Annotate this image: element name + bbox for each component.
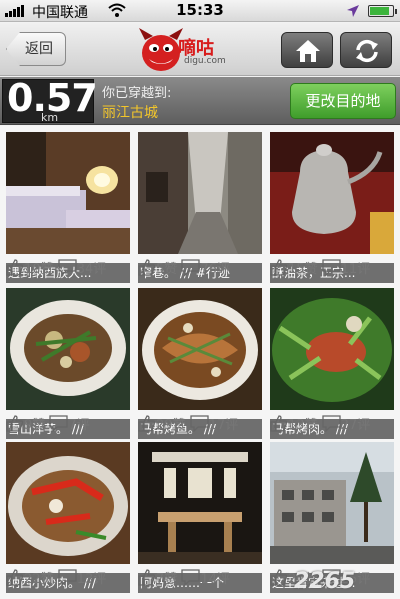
- nav-bar: 返回 嘀咕 digu.com: [0, 23, 400, 76]
- comment-count: 27评: [340, 418, 371, 433]
- comment-bubble-icon[interactable]: [49, 415, 69, 432]
- post-card[interactable]: 遇到纳西族大... 10赞 34评: [6, 132, 130, 283]
- photo-grid: 遇到纳西族大... 10赞 34评 窄巷。 /// #行迹 5赞 76评 酥油茶…: [0, 126, 400, 599]
- like-count: 5赞: [156, 262, 178, 277]
- like-count: 15赞: [288, 262, 318, 277]
- thumbs-up-icon[interactable]: [138, 569, 156, 586]
- thumbs-up-icon[interactable]: [6, 415, 24, 432]
- post-stats: 5赞 76评: [138, 258, 262, 278]
- like-count: 29赞: [156, 418, 186, 433]
- like-count: 10赞: [24, 262, 54, 277]
- comment-bubble-icon[interactable]: [322, 415, 341, 432]
- post-card[interactable]: 马帮烤鱼。 /// 29赞 17评: [138, 288, 262, 439]
- home-icon: [296, 40, 320, 62]
- post-stats: 29赞 17评: [138, 414, 262, 434]
- post-photo[interactable]: [270, 132, 394, 254]
- post-stats: 9赞 7评: [6, 414, 130, 434]
- post-photo[interactable]: [270, 288, 394, 410]
- thumbs-up-icon[interactable]: [138, 415, 156, 432]
- thumbs-up-icon[interactable]: [138, 259, 156, 276]
- post-stats: 15赞 11评: [270, 258, 394, 278]
- post-card[interactable]: 纳西小炒肉。 /// 22赞 13评: [6, 442, 130, 593]
- post-card[interactable]: 阿妈意……一个 7赞 14评: [138, 442, 262, 593]
- post-photo[interactable]: [6, 288, 130, 410]
- refresh-icon: [356, 39, 378, 63]
- battery-icon: [368, 5, 397, 17]
- site-watermark: 2265: [294, 569, 356, 594]
- post-stats: 7赞 14评: [138, 568, 262, 588]
- status-bar: 中国联通 15:33: [0, 0, 400, 22]
- post-card[interactable]: 马帮烤肉。 /// 13赞 27评: [270, 288, 394, 439]
- home-button[interactable]: [281, 32, 333, 68]
- like-count: 7赞: [156, 572, 178, 587]
- destination-bar: 0.57 km 你已穿越到: 丽江古城 更改目的地: [0, 76, 400, 125]
- logo-subtext: digu.com: [184, 56, 226, 66]
- clock: 15:33: [176, 1, 224, 19]
- comment-bubble-icon[interactable]: [322, 259, 341, 276]
- like-count: 13赞: [288, 418, 318, 433]
- post-photo[interactable]: [138, 132, 262, 254]
- crossed-label: 你已穿越到:: [102, 86, 172, 101]
- post-stats: 10赞 34评: [6, 258, 130, 278]
- comment-count: 11评: [340, 262, 371, 277]
- thumbs-up-icon[interactable]: [6, 569, 24, 586]
- post-photo[interactable]: [6, 132, 130, 254]
- change-destination-button[interactable]: 更改目的地: [290, 83, 396, 119]
- comment-count: 14评: [200, 572, 230, 587]
- comment-count: 34评: [76, 262, 107, 277]
- destination-name: 丽江古城: [102, 105, 158, 121]
- thumbs-up-icon[interactable]: [270, 569, 288, 586]
- post-card[interactable]: 窄巷。 /// #行迹 5赞 76评: [138, 132, 262, 283]
- location-arrow-icon: [347, 5, 359, 17]
- post-photo[interactable]: [138, 442, 262, 564]
- post-stats: 22赞 13评: [6, 568, 130, 588]
- thumbs-up-icon[interactable]: [270, 415, 288, 432]
- post-card[interactable]: 酥油茶，正宗... 15赞 11评: [270, 132, 394, 283]
- comment-bubble-icon[interactable]: [58, 569, 77, 586]
- post-photo[interactable]: [270, 442, 394, 564]
- comment-count: 7评: [68, 418, 90, 433]
- thumbs-up-icon[interactable]: [270, 259, 288, 276]
- post-stats: 13赞 27评: [270, 414, 394, 434]
- refresh-button[interactable]: [340, 32, 392, 68]
- like-count: 9赞: [24, 418, 46, 433]
- like-count: 22赞: [24, 572, 54, 587]
- comment-bubble-icon[interactable]: [181, 259, 201, 276]
- post-photo[interactable]: [138, 288, 262, 410]
- comment-count: 76评: [200, 262, 230, 277]
- comment-count: 17评: [208, 418, 239, 433]
- comment-bubble-icon[interactable]: [190, 415, 209, 432]
- distance-box: 0.57 km: [2, 76, 98, 124]
- distance-unit: km: [41, 111, 59, 124]
- comment-count: 13评: [76, 572, 107, 587]
- comment-bubble-icon[interactable]: [181, 569, 201, 586]
- comment-bubble-icon[interactable]: [58, 259, 77, 276]
- post-card[interactable]: 雪山洋芋。 /// 9赞 7评: [6, 288, 130, 439]
- thumbs-up-icon[interactable]: [6, 259, 24, 276]
- post-photo[interactable]: [6, 442, 130, 564]
- back-button[interactable]: 返回: [6, 32, 66, 66]
